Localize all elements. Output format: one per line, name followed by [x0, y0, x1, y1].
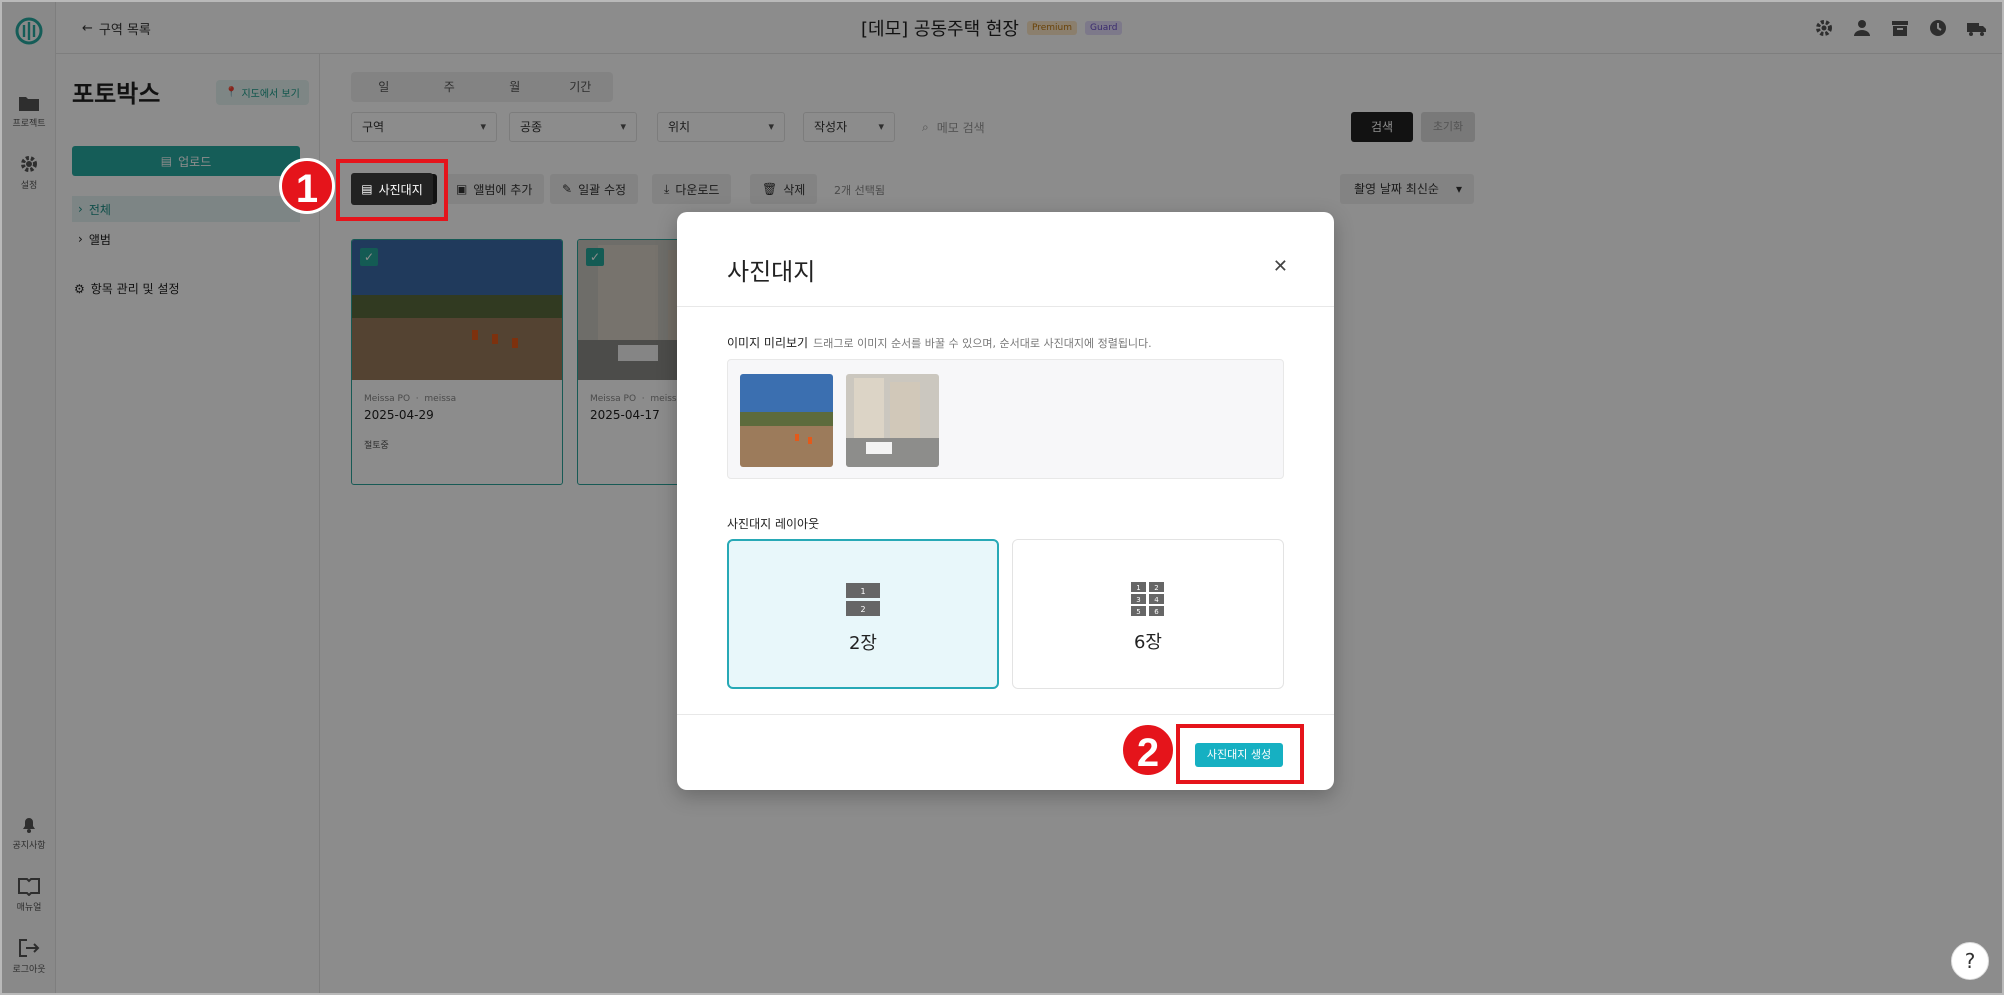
annotation-box-2: [1176, 724, 1304, 784]
layout-6-cell-4: 4: [1154, 596, 1159, 604]
dialog-header: 사진대지 ✕: [677, 212, 1334, 307]
layout-6-icon: 1 2 3 4 5 6: [1131, 582, 1164, 616]
preview-hint: 드래그로 이미지 순서를 바꿀 수 있으며, 순서대로 사진대지에 정렬됩니다.: [813, 337, 1152, 350]
dialog-title: 사진대지: [727, 258, 816, 286]
layout-6-cell-6: 6: [1154, 608, 1159, 616]
layout-2-cell-1: 1: [860, 587, 865, 596]
layout-6-cell-3: 3: [1136, 596, 1140, 604]
layout-6-cell-2: 2: [1154, 584, 1158, 592]
layout-2-icon: 1 2: [846, 583, 880, 616]
photo-sheet-highlight-label: 사진대지: [378, 182, 423, 197]
app-window: 프로젝트 설정 공지사항 매뉴얼 로그아웃 ← 구역 목록 [데모] 공동주택 …: [0, 0, 2004, 995]
annotation-marker-2: 2: [1120, 722, 1176, 778]
layout-option-6-label: 6장: [1133, 632, 1162, 653]
layout-6-cell-5: 5: [1136, 608, 1140, 616]
photo-sheet-button-highlight[interactable]: ▤ 사진대지: [351, 173, 433, 205]
close-icon[interactable]: ✕: [1273, 256, 1288, 277]
layout-option-2[interactable]: 1 2 2장: [727, 539, 999, 689]
preview-label-row: 이미지 미리보기 드래그로 이미지 순서를 바꿀 수 있으며, 순서대로 사진대지…: [727, 334, 1152, 351]
preview-label: 이미지 미리보기: [727, 336, 809, 350]
layout-option-2-label: 2장: [848, 633, 877, 654]
layout-2-cell-2: 2: [860, 605, 865, 614]
layout-6-cell-1: 1: [1136, 584, 1140, 592]
layout-option-6[interactable]: 1 2 3 4 5 6 6장: [1012, 539, 1284, 689]
annotation-marker-1: 1: [279, 158, 335, 214]
file-icon: ▤: [361, 182, 373, 196]
image-preview-area: [727, 359, 1284, 479]
help-button[interactable]: ?: [1951, 942, 1989, 980]
photo-sheet-dialog: 사진대지 ✕ 이미지 미리보기 드래그로 이미지 순서를 바꿀 수 있으며, 순서…: [677, 212, 1334, 790]
preview-thumbnail[interactable]: [846, 374, 939, 467]
preview-thumbnail[interactable]: [740, 374, 833, 467]
layout-label: 사진대지 레이아웃: [727, 517, 820, 531]
